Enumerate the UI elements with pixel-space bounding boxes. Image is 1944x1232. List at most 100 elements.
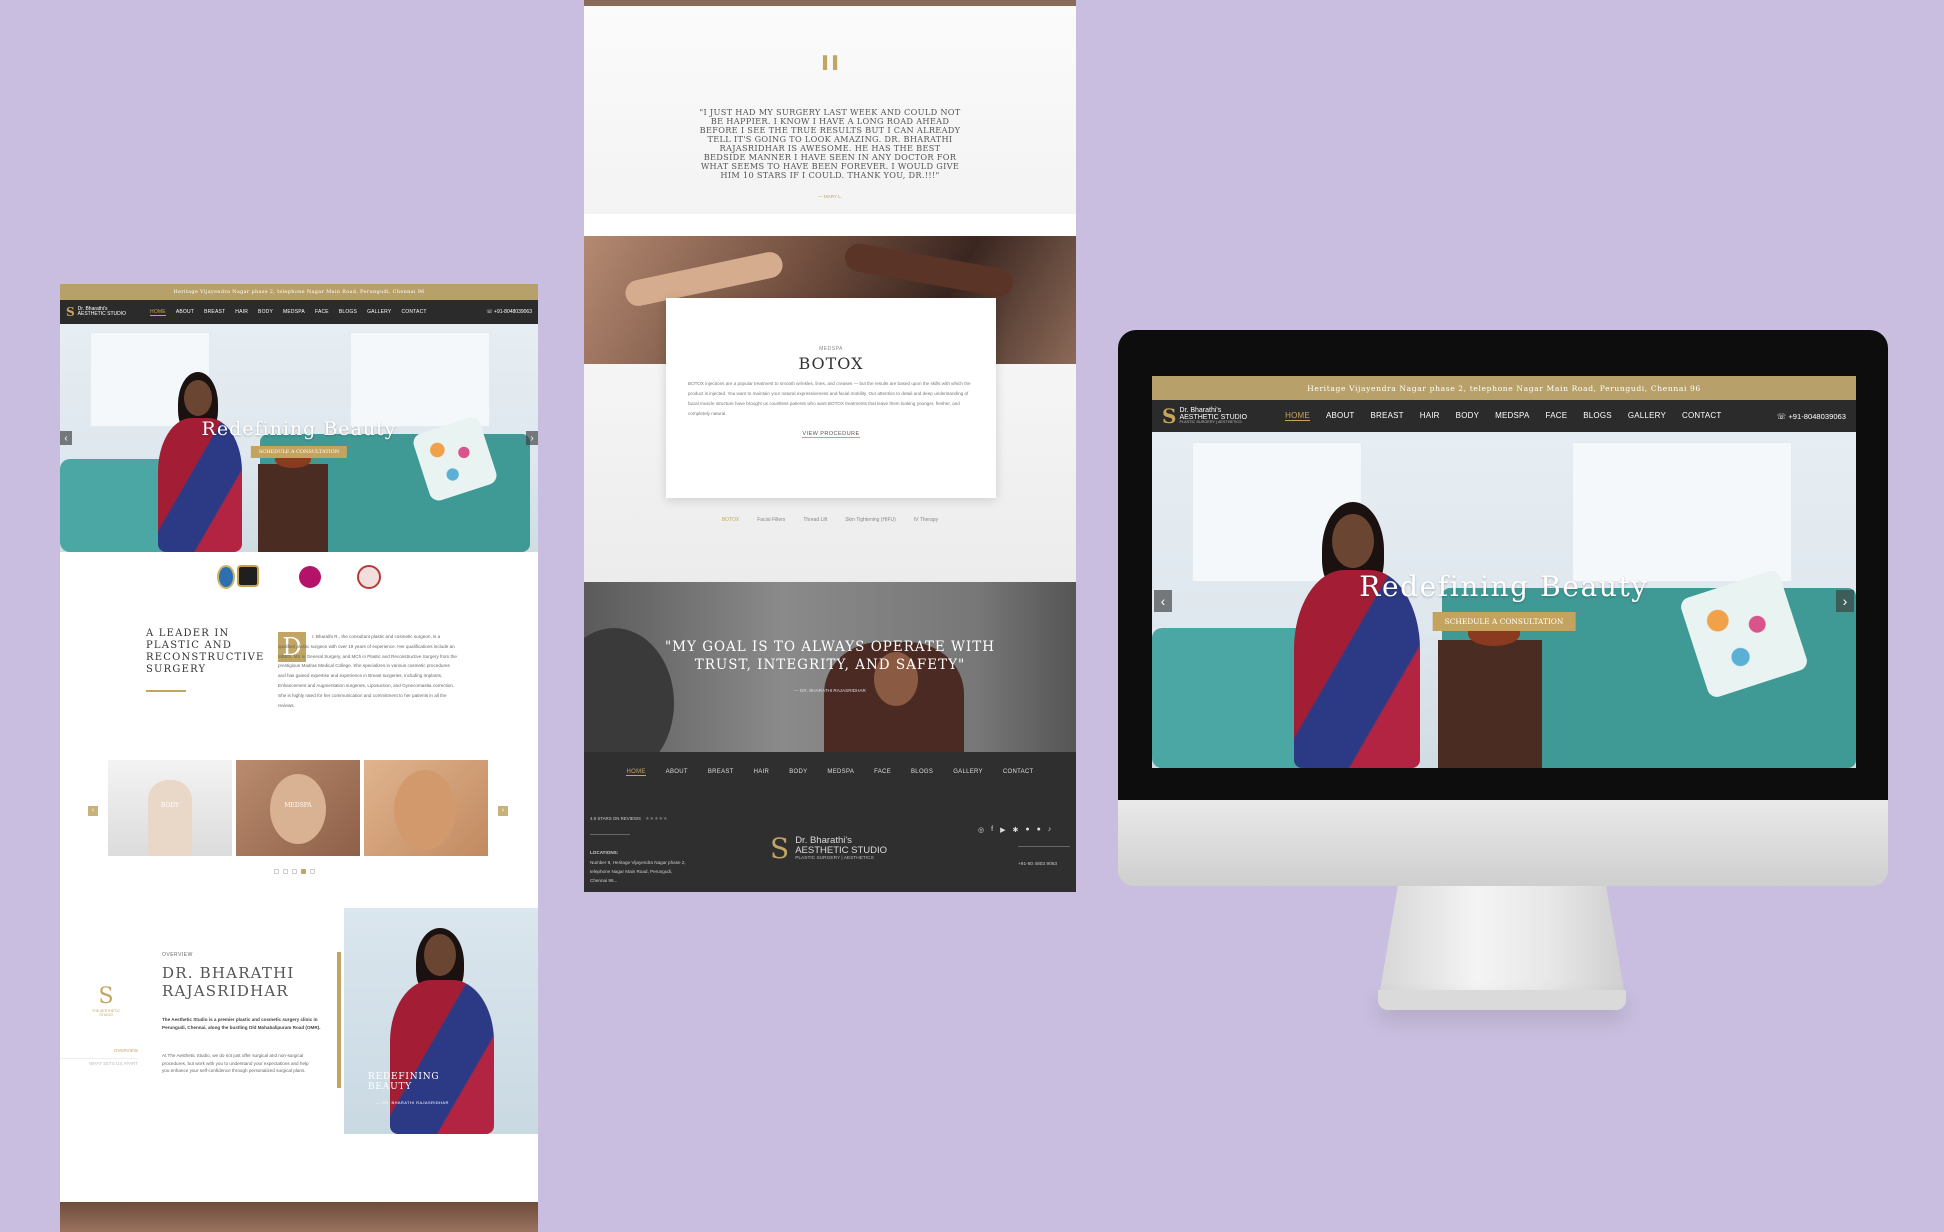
footer-logo-line2: AESTHETIC STUDIO	[795, 844, 888, 856]
nav-item-gallery[interactable]: GALLERY	[1628, 411, 1666, 421]
side-link-what-sets-us-apart[interactable]: WHAT SETS US APART	[60, 1058, 138, 1066]
wechat-icon[interactable]: ●	[1037, 826, 1041, 834]
monitor-display: Heritage Vijayendra Nagar phase 2, telep…	[1152, 376, 1856, 768]
footer-nav-item-face[interactable]: FACE	[874, 769, 891, 776]
nav-item-gallery[interactable]: GALLERY	[367, 309, 391, 316]
site-logo[interactable]: S Dr. Bharathi's AESTHETIC STUDIO PLASTI…	[1162, 404, 1247, 428]
nav-item-contact[interactable]: CONTACT	[1682, 411, 1721, 421]
logo-mark-icon: S	[98, 984, 114, 1009]
card-face[interactable]	[364, 760, 488, 856]
logo-line3: PLASTIC SURGERY | AESTHETICS	[1179, 420, 1242, 425]
nav-item-body[interactable]: BODY	[258, 309, 273, 316]
carousel-dot[interactable]	[283, 869, 288, 874]
prev-slide-button[interactable]: ‹	[1154, 590, 1172, 612]
nav-item-face[interactable]: FACE	[315, 309, 329, 316]
yelp-icon[interactable]: ✱	[1012, 826, 1018, 834]
card-medspa[interactable]: MEDSPA	[236, 760, 360, 856]
overview-label: OVERVIEW	[162, 952, 193, 958]
instagram-icon[interactable]: ◎	[978, 826, 984, 834]
tab-thread-lift[interactable]: Thread Lift	[803, 517, 827, 523]
chevron-right-icon: ›	[501, 807, 505, 814]
next-slide-button[interactable]: ›	[1836, 590, 1854, 612]
nav-item-body[interactable]: BODY	[1456, 411, 1479, 421]
footer-nav-item-medspa[interactable]: MEDSPA	[827, 769, 854, 776]
footer-nav-item-blogs[interactable]: BLOGS	[911, 769, 933, 776]
nav-item-hair[interactable]: HAIR	[1420, 411, 1440, 421]
schedule-consultation-button[interactable]: SCHEDULE A CONSULTATION	[1432, 612, 1576, 631]
photo-caption-1: REDEFINING	[368, 1072, 440, 1082]
nav-item-blogs[interactable]: BLOGS	[1583, 411, 1612, 421]
nav-item-medspa[interactable]: MEDSPA	[1495, 411, 1529, 421]
gold-divider	[146, 690, 186, 692]
nav-item-hair[interactable]: HAIR	[235, 309, 248, 316]
nav-item-about[interactable]: ABOUT	[1326, 411, 1355, 421]
badge-icon	[357, 565, 381, 589]
phone-link[interactable]: ☏ +91-8048039063	[486, 309, 532, 315]
tab-botox[interactable]: BOTOX	[722, 517, 739, 523]
footer-nav-item-gallery[interactable]: GALLERY	[953, 769, 983, 776]
tab-facial-fillers[interactable]: Facial Fillers	[757, 517, 785, 523]
nav-item-breast[interactable]: BREAST	[204, 309, 225, 316]
hero-title: Redefining Beauty	[1359, 570, 1649, 603]
card-label: MEDSPA	[284, 802, 312, 809]
rating-label: 4.9 STARS ON REVIEWS	[590, 816, 641, 821]
prev-slide-button[interactable]: ‹	[60, 431, 72, 445]
site-logo[interactable]: S Dr. Bharathi's AESTHETIC STUDIO	[66, 305, 126, 319]
nav-item-face[interactable]: FACE	[1546, 411, 1568, 421]
footer-logo[interactable]: S Dr. Bharathi's AESTHETIC STUDIO PLASTI…	[770, 832, 887, 865]
gold-bar	[337, 952, 341, 1088]
nav-item-about[interactable]: ABOUT	[176, 309, 194, 316]
testimonial-section: " "I just had my surgery last week and c…	[584, 6, 1076, 214]
quote-section: "My goal is to always operate with trust…	[584, 582, 1076, 778]
phone-link[interactable]: ☏ +91-8048039063	[1777, 412, 1846, 421]
tab-iv-therapy[interactable]: IV Therapy	[914, 517, 938, 523]
card-category: MEDSPA	[819, 346, 843, 352]
overview-paragraph-2: At The Aesthetic Studio, we do not just …	[162, 1053, 309, 1074]
hero-slider: Redefining Beauty SCHEDULE A CONSULTATIO…	[60, 324, 538, 552]
monitor-foot	[1378, 990, 1626, 1010]
chat-icon[interactable]: ●	[1025, 826, 1029, 834]
badge-icon	[299, 566, 321, 588]
badge-icon	[237, 565, 259, 587]
footer: HOME ABOUT BREAST HAIR BODY MEDSPA FACE BLOGS GA…	[584, 752, 1076, 892]
footer-phone[interactable]: +91-80 4803 9063	[1018, 862, 1057, 867]
logo-mark-icon: S	[770, 832, 790, 865]
star-rating-icon: ★★★★★	[645, 816, 668, 822]
testimonial-author: — MARY L.	[817, 194, 843, 199]
footer-nav-item-about[interactable]: ABOUT	[666, 769, 688, 776]
view-procedure-link[interactable]: VIEW PROCEDURE	[802, 431, 860, 438]
tiktok-icon[interactable]: ♪	[1048, 826, 1052, 834]
carousel-dot[interactable]	[292, 869, 297, 874]
cards-prev-button[interactable]: ‹	[88, 806, 98, 816]
card-body[interactable]: BODY	[108, 760, 232, 856]
nav-item-home[interactable]: HOME	[1285, 411, 1310, 421]
next-slide-button[interactable]: ›	[526, 431, 538, 445]
facebook-icon[interactable]: f	[991, 826, 993, 834]
tab-skin-tightening-hifu[interactable]: Skin Tightening (HIFU)	[845, 517, 896, 523]
footer-nav-item-contact[interactable]: CONTACT	[1003, 769, 1034, 776]
carousel-dot-active[interactable]	[301, 869, 306, 874]
overview-logo-text: THE AESTHETIC STUDIO	[91, 1009, 121, 1017]
carousel-dot[interactable]	[310, 869, 315, 874]
chevron-left-icon: ‹	[1160, 593, 1166, 609]
footer-logo-line3: PLASTIC SURGERY | AESTHETICS	[795, 855, 874, 861]
nav-item-breast[interactable]: BREAST	[1371, 411, 1404, 421]
next-section-strip	[60, 1202, 538, 1232]
main-nav: S Dr. Bharathi's AESTHETIC STUDIO PLASTI…	[1152, 400, 1856, 432]
procedure-tabs: BOTOX Facial Fillers Thread Lift Skin Tight…	[584, 517, 1076, 523]
youtube-icon[interactable]: ▶	[1000, 826, 1005, 834]
footer-nav-item-body[interactable]: BODY	[789, 769, 807, 776]
footer-nav-item-breast[interactable]: BREAST	[708, 769, 734, 776]
nav-item-medspa[interactable]: MEDSPA	[283, 309, 305, 316]
carousel-dot[interactable]	[274, 869, 279, 874]
address-bar: Heritage Vijayendra Nagar phase 2, telep…	[1152, 376, 1856, 400]
footer-nav-item-home[interactable]: HOME	[626, 769, 646, 776]
footer-nav-item-hair[interactable]: HAIR	[754, 769, 770, 776]
side-link-overview[interactable]: OVERVIEW	[60, 1048, 138, 1053]
nav-item-contact[interactable]: CONTACT	[401, 309, 426, 316]
nav-item-blogs[interactable]: BLOGS	[339, 309, 357, 316]
monitor-stand	[1378, 886, 1626, 1002]
cards-next-button[interactable]: ›	[498, 806, 508, 816]
schedule-consultation-button[interactable]: SCHEDULE A CONSULTATION	[250, 446, 348, 458]
nav-item-home[interactable]: HOME	[150, 309, 166, 316]
